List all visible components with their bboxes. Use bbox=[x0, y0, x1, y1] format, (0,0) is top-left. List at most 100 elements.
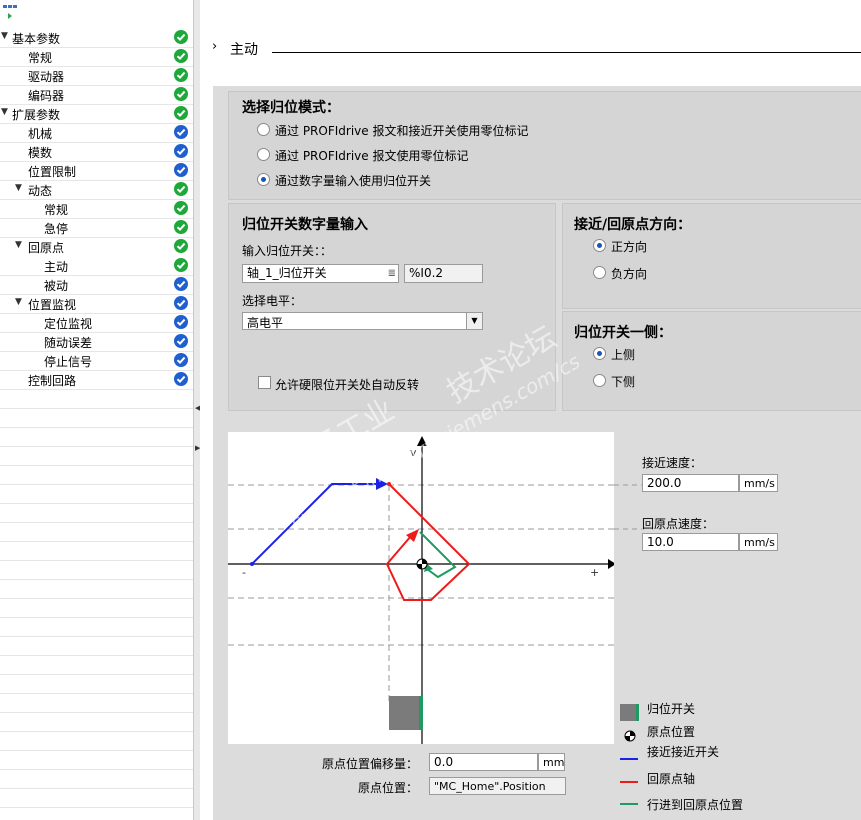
status-ok-icon bbox=[174, 87, 188, 101]
status-info-icon bbox=[174, 353, 188, 367]
side-label-upper: 上侧 bbox=[611, 348, 636, 362]
level-select[interactable]: 高电平 ▼ bbox=[242, 312, 483, 330]
homing-mode-title: 选择归位模式： bbox=[242, 100, 340, 116]
tree-item[interactable]: 常规 bbox=[0, 199, 193, 219]
tree-item[interactable]: 编码器 bbox=[0, 85, 193, 105]
tree-empty-row bbox=[0, 389, 193, 409]
status-info-icon bbox=[174, 144, 188, 158]
legend-green-line bbox=[620, 803, 638, 805]
side-radio-upper[interactable] bbox=[593, 347, 606, 360]
dropdown-arrow-icon[interactable]: ▼ bbox=[466, 313, 482, 329]
tree-empty-row bbox=[0, 636, 193, 656]
tree-item-label: 基本参数 bbox=[12, 32, 61, 46]
tree-item[interactable]: ▼ 扩展参数 bbox=[0, 104, 193, 124]
tree-empty-row bbox=[0, 465, 193, 485]
homing-speed-unit: mm/s bbox=[739, 533, 778, 551]
direction-radio-negative[interactable] bbox=[593, 266, 606, 279]
side-radio-lower[interactable] bbox=[593, 374, 606, 387]
tree-empty-row bbox=[0, 731, 193, 751]
tree-item[interactable]: ▼ 动态 bbox=[0, 180, 193, 200]
v-axis-label: v bbox=[410, 446, 417, 459]
auto-reverse-label: 允许硬限位开关处自动反转 bbox=[275, 378, 420, 392]
expand-triangle-icon[interactable]: ▼ bbox=[15, 240, 22, 250]
tree-item-label: 控制回路 bbox=[28, 374, 77, 388]
chevron-right-icon[interactable]: › bbox=[212, 39, 217, 54]
mode-radio-0[interactable] bbox=[257, 123, 270, 136]
tree-empty-row bbox=[0, 712, 193, 732]
legend-green-label: 行进到回原点位置 bbox=[647, 798, 744, 812]
tree-item-label: 定位监视 bbox=[44, 317, 93, 331]
auto-reverse-checkbox[interactable] bbox=[258, 376, 271, 389]
tree-item[interactable]: 驱动器 bbox=[0, 66, 193, 86]
approach-speed-input[interactable]: 200.0 bbox=[642, 474, 739, 492]
tree-item[interactable]: 模数 bbox=[0, 142, 193, 162]
offset-unit: mm bbox=[538, 753, 565, 771]
tree-empty-row bbox=[0, 674, 193, 694]
tree-item[interactable]: ▼ 基本参数 bbox=[0, 28, 193, 48]
tree-empty-row bbox=[0, 788, 193, 808]
tree-empty-row bbox=[0, 617, 193, 637]
tree-view-icon[interactable] bbox=[2, 3, 18, 19]
tree-item[interactable]: 常规 bbox=[0, 47, 193, 67]
status-info-icon bbox=[174, 125, 188, 139]
status-ok-icon bbox=[174, 220, 188, 234]
mode-label-1: 通过 PROFIdrive 报文使用零位标记 bbox=[275, 149, 469, 163]
tree-empty-row bbox=[0, 408, 193, 428]
tree-item-label: 模数 bbox=[28, 146, 53, 160]
legend-origin-label: 原点位置 bbox=[647, 725, 696, 739]
direction-radio-positive[interactable] bbox=[593, 239, 606, 252]
list-icon[interactable]: ≣ bbox=[388, 265, 396, 282]
tree-empty-row bbox=[0, 541, 193, 561]
homing-speed-input[interactable]: 10.0 bbox=[642, 533, 739, 551]
tree-item[interactable]: 控制回路 bbox=[0, 370, 193, 390]
tree-item[interactable]: 随动误差 bbox=[0, 332, 193, 352]
position-field: "MC_Home".Position bbox=[429, 777, 566, 795]
tree-item-label: 常规 bbox=[28, 51, 53, 65]
tree-empty-row bbox=[0, 560, 193, 580]
tree-item[interactable]: 定位监视 bbox=[0, 313, 193, 333]
tree-empty-row bbox=[0, 446, 193, 466]
tree-item[interactable]: 停止信号 bbox=[0, 351, 193, 371]
status-ok-icon bbox=[174, 49, 188, 63]
direction-label-positive: 正方向 bbox=[611, 240, 648, 254]
status-ok-icon bbox=[174, 30, 188, 44]
expand-triangle-icon[interactable]: ▼ bbox=[15, 183, 22, 193]
minus-label: - bbox=[242, 566, 246, 579]
tree-item[interactable]: 被动 bbox=[0, 275, 193, 295]
homing-switch-input[interactable]: 轴_1_归位开关 ≣ bbox=[242, 264, 399, 283]
status-info-icon bbox=[174, 296, 188, 310]
expand-triangle-icon[interactable]: ▼ bbox=[15, 297, 22, 307]
expand-triangle-icon[interactable]: ▼ bbox=[1, 107, 8, 117]
mode-radio-2[interactable] bbox=[257, 173, 270, 186]
tree-empty-row bbox=[0, 427, 193, 447]
expand-triangle-icon[interactable]: ▼ bbox=[1, 31, 8, 41]
tree-item[interactable]: 急停 bbox=[0, 218, 193, 238]
tree-item[interactable]: ▼ 回原点 bbox=[0, 237, 193, 257]
tree-item[interactable]: 主动 bbox=[0, 256, 193, 276]
tree-item[interactable]: 位置限制 bbox=[0, 161, 193, 181]
tree-empty-row bbox=[0, 503, 193, 523]
legend-blue-line bbox=[620, 758, 638, 760]
tree-empty-row bbox=[0, 693, 193, 713]
tree-item-label: 位置监视 bbox=[28, 298, 77, 312]
tree-item-label: 常规 bbox=[44, 203, 69, 217]
speed-guides bbox=[614, 484, 642, 530]
tree-empty-row bbox=[0, 655, 193, 675]
tree-empty-row bbox=[0, 750, 193, 770]
status-info-icon bbox=[174, 315, 188, 329]
navigation-tree: ▼ 基本参数 常规 驱动器 编码器 ▼ 扩展参数 机械 模数 位置限制 ▼ 动态 常规 急停 ▼ 回原点 主动被… bbox=[0, 0, 194, 820]
tree-item[interactable]: ▼ 位置监视 bbox=[0, 294, 193, 314]
direction-title: 接近/回原点方向： bbox=[574, 217, 692, 233]
legend-switch-label: 归位开关 bbox=[647, 702, 696, 716]
legend-red-label: 回原点轴 bbox=[647, 772, 696, 786]
status-info-icon bbox=[174, 163, 188, 177]
homing-speed-label: 回原点速度： bbox=[642, 517, 715, 531]
status-ok-icon bbox=[174, 258, 188, 272]
tree-item-label: 被动 bbox=[44, 279, 69, 293]
tree-item[interactable]: 机械 bbox=[0, 123, 193, 143]
status-info-icon bbox=[174, 277, 188, 291]
switch-address-field: %I0.2 bbox=[404, 264, 483, 283]
status-ok-icon bbox=[174, 201, 188, 215]
offset-input[interactable]: 0.0 bbox=[429, 753, 538, 771]
mode-radio-1[interactable] bbox=[257, 148, 270, 161]
